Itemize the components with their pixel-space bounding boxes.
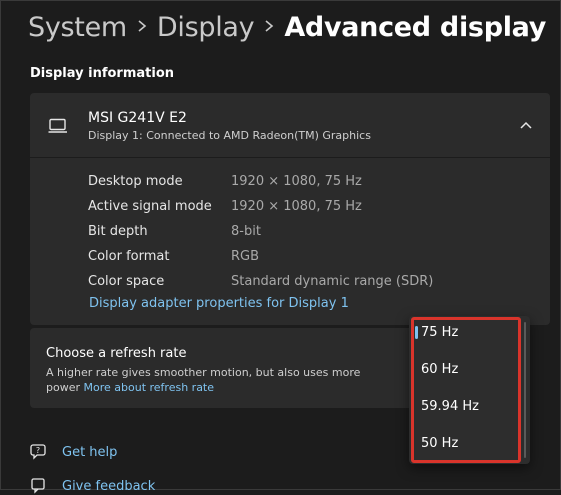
info-label: Desktop mode	[88, 174, 183, 189]
refresh-option-label: 75 Hz	[421, 324, 459, 340]
give-feedback-label: Give feedback	[62, 478, 156, 494]
monitor-name: MSI G241V E2	[88, 110, 187, 126]
info-label: Active signal mode	[88, 199, 212, 214]
display-adapter-properties-link[interactable]: Display adapter properties for Display 1	[89, 296, 349, 311]
monitor-connection: Display 1: Connected to AMD Radeon(TM) G…	[88, 129, 371, 142]
refresh-rate-dropdown[interactable]: 75 Hz 60 Hz 59.94 Hz 50 Hz	[409, 316, 530, 464]
monitor-icon	[48, 118, 68, 138]
scrollbar[interactable]	[524, 322, 526, 458]
display-info-table: Desktop mode 1920 × 1080, 75 Hz Active s…	[88, 169, 433, 294]
breadcrumb-system[interactable]: System	[28, 12, 127, 43]
refresh-option[interactable]: 60 Hz	[421, 354, 521, 384]
info-row: Bit depth 8-bit	[88, 219, 433, 244]
info-row: Desktop mode 1920 × 1080, 75 Hz	[88, 169, 433, 194]
refresh-option-label: 59.94 Hz	[421, 398, 479, 414]
page-title: Advanced display	[284, 12, 547, 43]
display-info-card: MSI G241V E2 Display 1: Connected to AMD…	[30, 93, 550, 325]
info-value: RGB	[231, 249, 260, 264]
info-label: Color format	[88, 249, 170, 264]
chevron-right-icon	[127, 18, 157, 37]
info-value: 1920 × 1080, 75 Hz	[231, 174, 362, 189]
refresh-rate-description: A higher rate gives smoother motion, but…	[46, 365, 366, 395]
give-feedback-link[interactable]: Give feedback	[28, 477, 155, 495]
info-value: 8-bit	[231, 224, 261, 239]
chevron-right-icon	[254, 18, 284, 37]
refresh-option-selected[interactable]: 75 Hz	[415, 317, 521, 347]
more-about-refresh-rate-link[interactable]: More about refresh rate	[84, 381, 215, 394]
info-value: 1920 × 1080, 75 Hz	[231, 199, 362, 214]
info-row: Color format RGB	[88, 244, 433, 269]
refresh-option-label: 60 Hz	[421, 361, 459, 377]
refresh-option[interactable]: 50 Hz	[421, 428, 521, 458]
breadcrumb-display[interactable]: Display	[157, 12, 255, 43]
selection-indicator	[415, 326, 418, 339]
get-help-link[interactable]: ? Get help	[28, 443, 117, 461]
svg-text:?: ?	[36, 446, 40, 455]
info-value: Standard dynamic range (SDR)	[231, 274, 434, 289]
help-chat-icon: ?	[28, 443, 50, 461]
info-label: Bit depth	[88, 224, 148, 239]
refresh-option[interactable]: 59.94 Hz	[421, 391, 521, 421]
display-info-header[interactable]: MSI G241V E2 Display 1: Connected to AMD…	[30, 93, 550, 157]
info-row: Color space Standard dynamic range (SDR)	[88, 269, 433, 294]
info-row: Active signal mode 1920 × 1080, 75 Hz	[88, 194, 433, 219]
refresh-rate-title: Choose a refresh rate	[46, 346, 187, 361]
breadcrumb: System Display Advanced display	[28, 12, 546, 43]
get-help-label: Get help	[62, 444, 118, 460]
feedback-icon	[28, 477, 50, 495]
info-label: Color space	[88, 274, 165, 289]
refresh-option-label: 50 Hz	[421, 435, 459, 451]
chevron-up-icon[interactable]	[514, 113, 538, 137]
divider	[30, 157, 550, 158]
section-title: Display information	[30, 66, 175, 81]
